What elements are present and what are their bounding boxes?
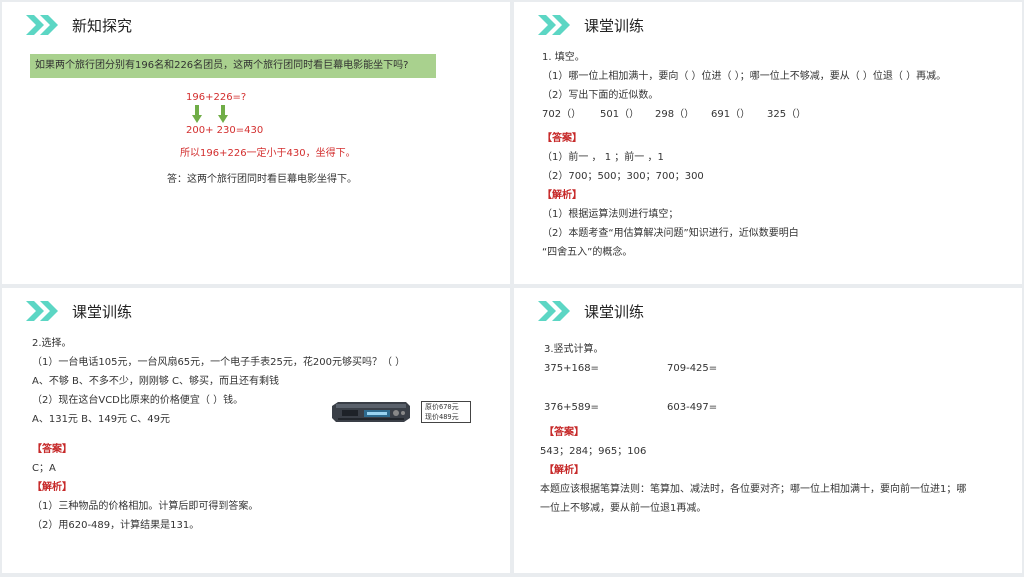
panel-new-knowledge: 新知探究 如果两个旅行团分别有196名和226名团员，这两个旅行团同时看巨幕电影…	[2, 2, 510, 284]
answer-line: （1）前一 ， 1 ；前一 ，1	[542, 152, 664, 163]
answer-line: （2）700；500；300；700；300	[542, 171, 704, 182]
analysis-label: 【解析】	[544, 465, 584, 476]
question-2: （2）现在这台VCD比原来的价格便宜（ ）钱。	[32, 395, 244, 406]
conclusion: 所以196+226一定小于430，坐得下。	[180, 148, 356, 159]
current-price: 现价489元	[425, 413, 459, 421]
panel-practice-2: 课堂训练 2.选择。 （1）一台电话105元，一台风扇65元，一个电子手表25元…	[2, 288, 510, 573]
panel-header: 课堂训练	[538, 300, 644, 322]
slide-grid: 新知探究 如果两个旅行团分别有196名和226名团员，这两个旅行团同时看巨幕电影…	[0, 0, 1024, 577]
calc-item: 375+168=	[544, 363, 599, 374]
question-heading: 3.竖式计算。	[544, 344, 604, 355]
original-price: 原价670元	[425, 403, 459, 411]
panel-header: 课堂训练	[26, 300, 132, 322]
options-1: A、不够 B、不多不少，刚刚够 C、够买，而且还有剩钱	[32, 376, 280, 387]
options-2: A、131元 B、149元 C、49元	[32, 414, 170, 425]
calc-item: 603-497=	[667, 402, 718, 413]
price-tag: 原价670元 现价489元	[421, 401, 471, 423]
analysis-line: （2）用620-489，计算结果是131。	[32, 520, 200, 531]
calc-item: 709-425=	[667, 363, 718, 374]
panel-header: 课堂训练	[538, 14, 644, 36]
analysis-label: 【解析】	[542, 190, 582, 201]
answer-line: C；A	[32, 463, 56, 474]
estimate: 200+ 230=430	[186, 125, 264, 136]
down-arrow-icon	[218, 105, 228, 123]
question-1: （1）哪一位上相加满十，要向（ ）位进（ ）；哪一位上不够减，要从（ ）位退（ …	[542, 71, 947, 82]
approx-item: 501（）	[600, 109, 640, 120]
analysis-line: （2）本题考查“用估算解决问题”知识进行，近似数要明白	[542, 228, 799, 239]
panel-practice-1: 课堂训练 1. 填空。 （1）哪一位上相加满十，要向（ ）位进（ ）；哪一位上不…	[514, 2, 1022, 284]
answer-text: 答：这两个旅行团同时看巨幕电影坐得下。	[167, 174, 357, 185]
double-chevron-icon	[538, 15, 570, 35]
panel-practice-3: 课堂训练 3.竖式计算。 375+168= 709-425= 376+589= …	[514, 288, 1022, 573]
answer-label: 【答案】	[32, 444, 72, 455]
panel-title: 新知探究	[72, 16, 133, 35]
expression: 196+226=?	[186, 92, 247, 103]
analysis-line: （1）三种物品的价格相加。计算后即可得到答案。	[32, 501, 259, 512]
panel-title: 课堂训练	[584, 302, 645, 321]
question-banner: 如果两个旅行团分别有196名和226名团员，这两个旅行团同时看巨幕电影能坐下吗?	[30, 54, 436, 78]
approx-item: 691（）	[711, 109, 751, 120]
question-1: （1）一台电话105元，一台风扇65元，一个电子手表25元，花200元够买吗？（…	[32, 357, 406, 368]
approx-item: 702（）	[542, 109, 582, 120]
double-chevron-icon	[538, 301, 570, 321]
vcd-player-image	[332, 402, 410, 422]
double-chevron-icon	[26, 301, 58, 321]
panel-title: 课堂训练	[72, 302, 133, 321]
analysis-line: （1）根据运算法则进行填空；	[542, 209, 679, 220]
analysis-line: “四舍五入”的概念。	[542, 247, 633, 258]
question-heading: 2.选择。	[32, 338, 72, 349]
question-heading: 1. 填空。	[542, 52, 585, 63]
approx-item: 325（）	[767, 109, 807, 120]
analysis-line: 一位上不够减，要从前一位退1再减。	[540, 503, 707, 514]
panel-header: 新知探究	[26, 14, 132, 36]
calc-item: 376+589=	[544, 402, 599, 413]
answer-label: 【答案】	[542, 133, 582, 144]
answer-label: 【答案】	[544, 427, 584, 438]
analysis-line: 本题应该根据笔算法则：笔算加、减法时，各位要对齐；哪一位上相加满十，要向前一位进…	[540, 484, 967, 495]
question-2: （2）写出下面的近似数。	[542, 90, 659, 101]
double-chevron-icon	[26, 15, 58, 35]
answer-line: 543；284；965；106	[540, 446, 647, 457]
analysis-label: 【解析】	[32, 482, 72, 493]
approx-item: 298（）	[655, 109, 695, 120]
panel-title: 课堂训练	[584, 16, 645, 35]
down-arrow-icon	[192, 105, 202, 123]
